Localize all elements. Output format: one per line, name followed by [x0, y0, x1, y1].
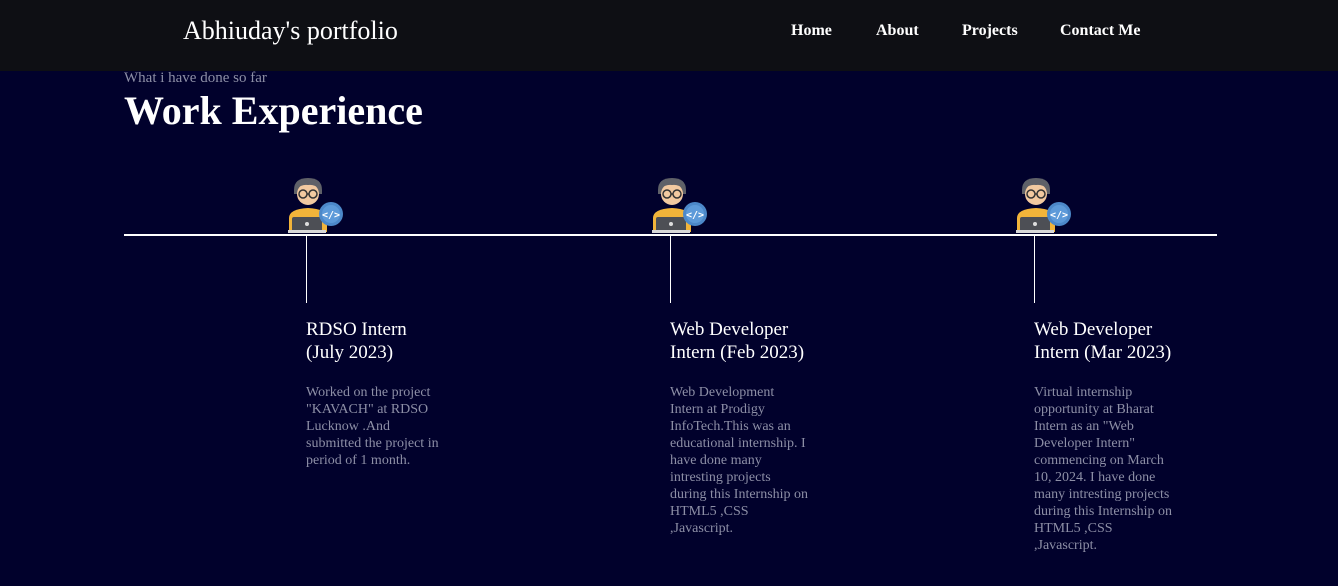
- timeline-stem: [306, 236, 307, 303]
- description-line: "KAVACH" at RDSO: [306, 402, 429, 417]
- experience-title-line: Intern (Mar 2023): [1034, 342, 1172, 363]
- svg-text:</>: </>: [686, 210, 704, 221]
- description-line: during this Internship on: [1034, 504, 1173, 519]
- description-line: educational internship. I: [670, 436, 806, 451]
- description-line: ,Javascript.: [670, 521, 733, 536]
- brand-title[interactable]: Abhiuday's portfolio: [183, 16, 398, 46]
- description-line: period of 1 month.: [306, 453, 411, 468]
- description-line: many intresting projects: [1034, 487, 1170, 502]
- section-title: Work Experience: [124, 88, 423, 133]
- svg-text:</>: </>: [322, 210, 340, 221]
- developer-avatar-icon: </>: [1012, 174, 1072, 234]
- experience-title-line: Intern (Feb 2023): [670, 342, 805, 363]
- description-line: during this Internship on: [670, 487, 809, 502]
- description-line: Intern as an "Web: [1034, 419, 1134, 434]
- developer-avatar-icon: </>: [648, 174, 708, 234]
- nav-link-about[interactable]: About: [876, 22, 919, 40]
- description-line: commencing on March: [1034, 453, 1164, 468]
- description-line: opportunity at Bharat: [1034, 402, 1154, 417]
- description-line: Lucknow .And: [306, 419, 390, 434]
- description-line: InfoTech.This was an: [670, 419, 791, 434]
- developer-avatar-icon: </>: [284, 174, 344, 234]
- nav-link-home[interactable]: Home: [791, 22, 832, 40]
- experience-description: Worked on the project "KAVACH" at RDSO L…: [306, 384, 439, 469]
- experience-title-line: (July 2023): [306, 342, 394, 363]
- timeline-stem: [670, 236, 671, 303]
- description-line: submitted the project in: [306, 436, 439, 451]
- experience-title: Web Developer Intern (Mar 2023): [1034, 318, 1194, 364]
- nav-link-contact[interactable]: Contact Me: [1060, 22, 1140, 40]
- experience-title-line: RDSO Intern: [306, 319, 407, 340]
- description-line: Intern at Prodigy: [670, 402, 765, 417]
- description-line: Web Development: [670, 385, 775, 400]
- experience-title: RDSO Intern (July 2023): [306, 318, 466, 364]
- section-subtitle: What i have done so far: [124, 70, 267, 86]
- timeline-stem: [1034, 236, 1035, 303]
- description-line: Worked on the project: [306, 385, 431, 400]
- description-line: HTML5 ,CSS: [1034, 521, 1113, 536]
- navbar: Abhiuday's portfolio Home About Projects…: [0, 0, 1338, 71]
- description-line: HTML5 ,CSS: [670, 504, 749, 519]
- experience-description: Virtual internship opportunity at Bharat…: [1034, 384, 1172, 554]
- experience-title-line: Web Developer: [1034, 319, 1153, 340]
- description-line: intresting projects: [670, 470, 771, 485]
- description-line: Virtual internship: [1034, 385, 1133, 400]
- experience-title-line: Web Developer: [670, 319, 789, 340]
- description-line: 10, 2024. I have done: [1034, 470, 1156, 485]
- experience-title: Web Developer Intern (Feb 2023): [670, 318, 830, 364]
- svg-text:</>: </>: [1050, 210, 1068, 221]
- experience-description: Web Development Intern at Prodigy InfoTe…: [670, 384, 808, 537]
- nav-link-projects[interactable]: Projects: [962, 22, 1018, 40]
- description-line: ,Javascript.: [1034, 538, 1097, 553]
- description-line: have done many: [670, 453, 762, 468]
- description-line: Developer Intern": [1034, 436, 1135, 451]
